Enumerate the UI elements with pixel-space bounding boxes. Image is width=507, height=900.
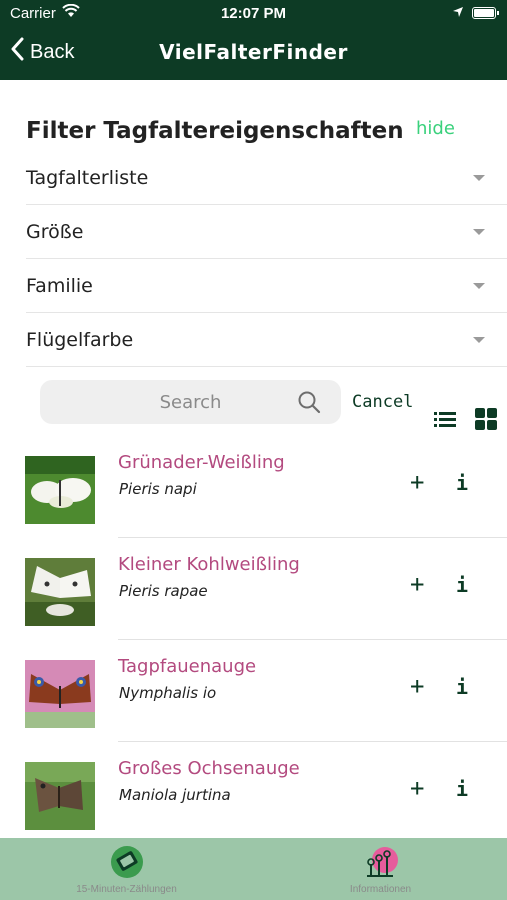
add-button[interactable]: +	[410, 570, 424, 598]
grid-view-icon[interactable]	[475, 408, 497, 430]
search-input[interactable]	[40, 380, 341, 424]
filter-title: Filter Tagfaltereigenschaften	[26, 118, 404, 144]
filter-label: Flügelfarbe	[26, 328, 134, 351]
info-button[interactable]: i	[456, 777, 468, 801]
info-button[interactable]: i	[456, 471, 468, 495]
add-button[interactable]: +	[410, 774, 424, 802]
cancel-search-button[interactable]: Cancel	[352, 392, 413, 412]
butterfly-thumbnail	[25, 456, 95, 524]
tab-informationen[interactable]: Informationen	[254, 838, 507, 900]
filter-label: Größe	[26, 220, 84, 243]
add-button[interactable]: +	[410, 468, 424, 496]
tab-bar: 15-Minuten-Zählungen Informationen	[0, 838, 507, 900]
nav-header: Carrier 12:07 PM Back VielFalterFinder	[0, 0, 507, 80]
tab-15-minuten-zaehlungen[interactable]: 15-Minuten-Zählungen	[0, 838, 253, 900]
caret-down-icon	[473, 229, 485, 235]
search-box	[40, 380, 341, 424]
filter-dropdown-familie[interactable]: Familie	[26, 259, 507, 313]
tab-label: Informationen	[349, 884, 412, 895]
filter-label: Tagfalterliste	[26, 166, 149, 189]
location-arrow-icon	[452, 5, 464, 22]
list-item[interactable]: Tagpfauenauge Nymphalis io + i	[0, 640, 507, 742]
list-item[interactable]: Grünader-Weißling Pieris napi + i	[0, 436, 507, 538]
counter-icon	[109, 844, 145, 880]
butterfly-thumbnail	[25, 558, 95, 626]
butterfly-name: Kleiner Kohlweißling	[118, 554, 300, 575]
butterfly-name: Großes Ochsenauge	[118, 758, 300, 779]
caret-down-icon	[473, 175, 485, 181]
battery-icon	[472, 7, 499, 19]
list-item[interactable]: Kleiner Kohlweißling Pieris rapae + i	[0, 538, 507, 640]
flowers-icon	[363, 844, 399, 880]
page-title: VielFalterFinder	[159, 40, 348, 64]
caret-down-icon	[473, 337, 485, 343]
search-icon[interactable]	[297, 390, 321, 414]
filter-label: Familie	[26, 274, 93, 297]
butterfly-latin-name: Nymphalis io	[119, 684, 217, 702]
info-button[interactable]: i	[456, 573, 468, 597]
butterfly-name: Grünader-Weißling	[118, 452, 285, 473]
status-time: 12:07 PM	[220, 5, 287, 22]
filter-dropdown-groesse[interactable]: Größe	[26, 205, 507, 259]
list-item[interactable]: Großes Ochsenauge Maniola jurtina + i	[0, 742, 507, 844]
tab-label: 15-Minuten-Zählungen	[76, 884, 177, 895]
list-view-icon[interactable]	[434, 410, 456, 428]
filter-dropdown-tagfalterliste[interactable]: Tagfalterliste	[26, 151, 507, 205]
butterfly-latin-name: Maniola jurtina	[119, 786, 231, 804]
butterfly-thumbnail	[25, 762, 95, 830]
butterfly-name: Tagpfauenauge	[118, 656, 257, 677]
butterfly-latin-name: Pieris napi	[119, 480, 197, 498]
hide-filter-button[interactable]: hide	[416, 118, 455, 139]
caret-down-icon	[473, 283, 485, 289]
butterfly-thumbnail	[25, 660, 95, 728]
butterfly-latin-name: Pieris rapae	[119, 582, 208, 600]
filter-dropdown-fluegelfarbe[interactable]: Flügelfarbe	[26, 313, 507, 367]
info-button[interactable]: i	[456, 675, 468, 699]
add-button[interactable]: +	[410, 672, 424, 700]
status-bar: Carrier 12:07 PM	[0, 0, 507, 28]
